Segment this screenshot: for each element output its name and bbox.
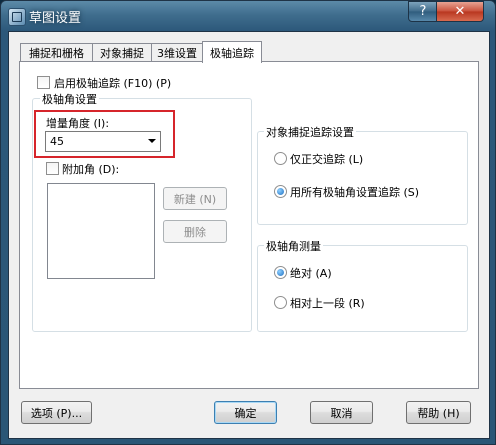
dialog-client: 捕捉和栅格 对象捕捉 3维设置 极轴追踪 启用极轴追踪 (F10) (P) 极轴…	[8, 31, 490, 439]
app-icon	[8, 8, 26, 26]
title-bar[interactable]: 草图设置 ? ✕	[1, 1, 495, 31]
tab-polar-tracking[interactable]: 极轴追踪	[202, 41, 262, 63]
enable-polar-checkbox[interactable]	[37, 76, 50, 89]
additional-angle-list[interactable]	[47, 183, 155, 279]
additional-angle-checkbox[interactable]	[46, 162, 59, 175]
all-polar-angles-label[interactable]: 用所有极轴角设置追踪 (S)	[290, 184, 419, 200]
absolute-label[interactable]: 绝对 (A)	[290, 265, 332, 281]
measurement-title: 极轴角测量	[264, 238, 323, 254]
help-title-button[interactable]: ?	[408, 1, 438, 22]
enable-polar-label[interactable]: 启用极轴追踪 (F10) (P)	[54, 75, 171, 91]
ok-button[interactable]: 确定	[214, 401, 277, 424]
relative-last-segment-radio[interactable]	[274, 296, 287, 309]
measurement-group	[257, 245, 468, 332]
cancel-button[interactable]: 取消	[310, 401, 373, 424]
window-title: 草图设置	[29, 11, 82, 26]
absolute-radio[interactable]	[274, 266, 287, 279]
tab-snap-grid[interactable]: 捕捉和栅格	[20, 43, 93, 62]
options-button[interactable]: 选项 (P)...	[21, 401, 92, 424]
help-button[interactable]: 帮助 (H)	[406, 401, 471, 424]
relative-last-segment-label[interactable]: 相对上一段 (R)	[290, 295, 365, 311]
sketch-settings-dialog: 草图设置 ? ✕ 捕捉和栅格 对象捕捉 3维设置 极轴追踪 启用极轴追踪 (F1…	[0, 0, 496, 445]
polar-tracking-panel: 启用极轴追踪 (F10) (P) 极轴角设置 增量角度 (I): 45 附加角 …	[19, 61, 479, 389]
delete-angle-button[interactable]: 删除	[163, 220, 227, 243]
additional-angle-label[interactable]: 附加角 (D):	[62, 161, 119, 177]
tab-object-snap[interactable]: 对象捕捉	[92, 43, 152, 62]
orthogonal-only-radio[interactable]	[274, 152, 287, 165]
close-button[interactable]: ✕	[436, 1, 484, 22]
snap-tracking-title: 对象捕捉追踪设置	[264, 124, 356, 140]
new-angle-button[interactable]: 新建 (N)	[163, 187, 227, 210]
snap-tracking-group	[257, 131, 468, 225]
increment-highlight-box	[34, 110, 175, 158]
all-polar-angles-radio[interactable]	[274, 185, 287, 198]
polar-angle-group-title: 极轴角设置	[40, 91, 99, 107]
orthogonal-only-label[interactable]: 仅正交追踪 (L)	[290, 151, 363, 167]
tab-3d-settings[interactable]: 3维设置	[151, 43, 203, 62]
